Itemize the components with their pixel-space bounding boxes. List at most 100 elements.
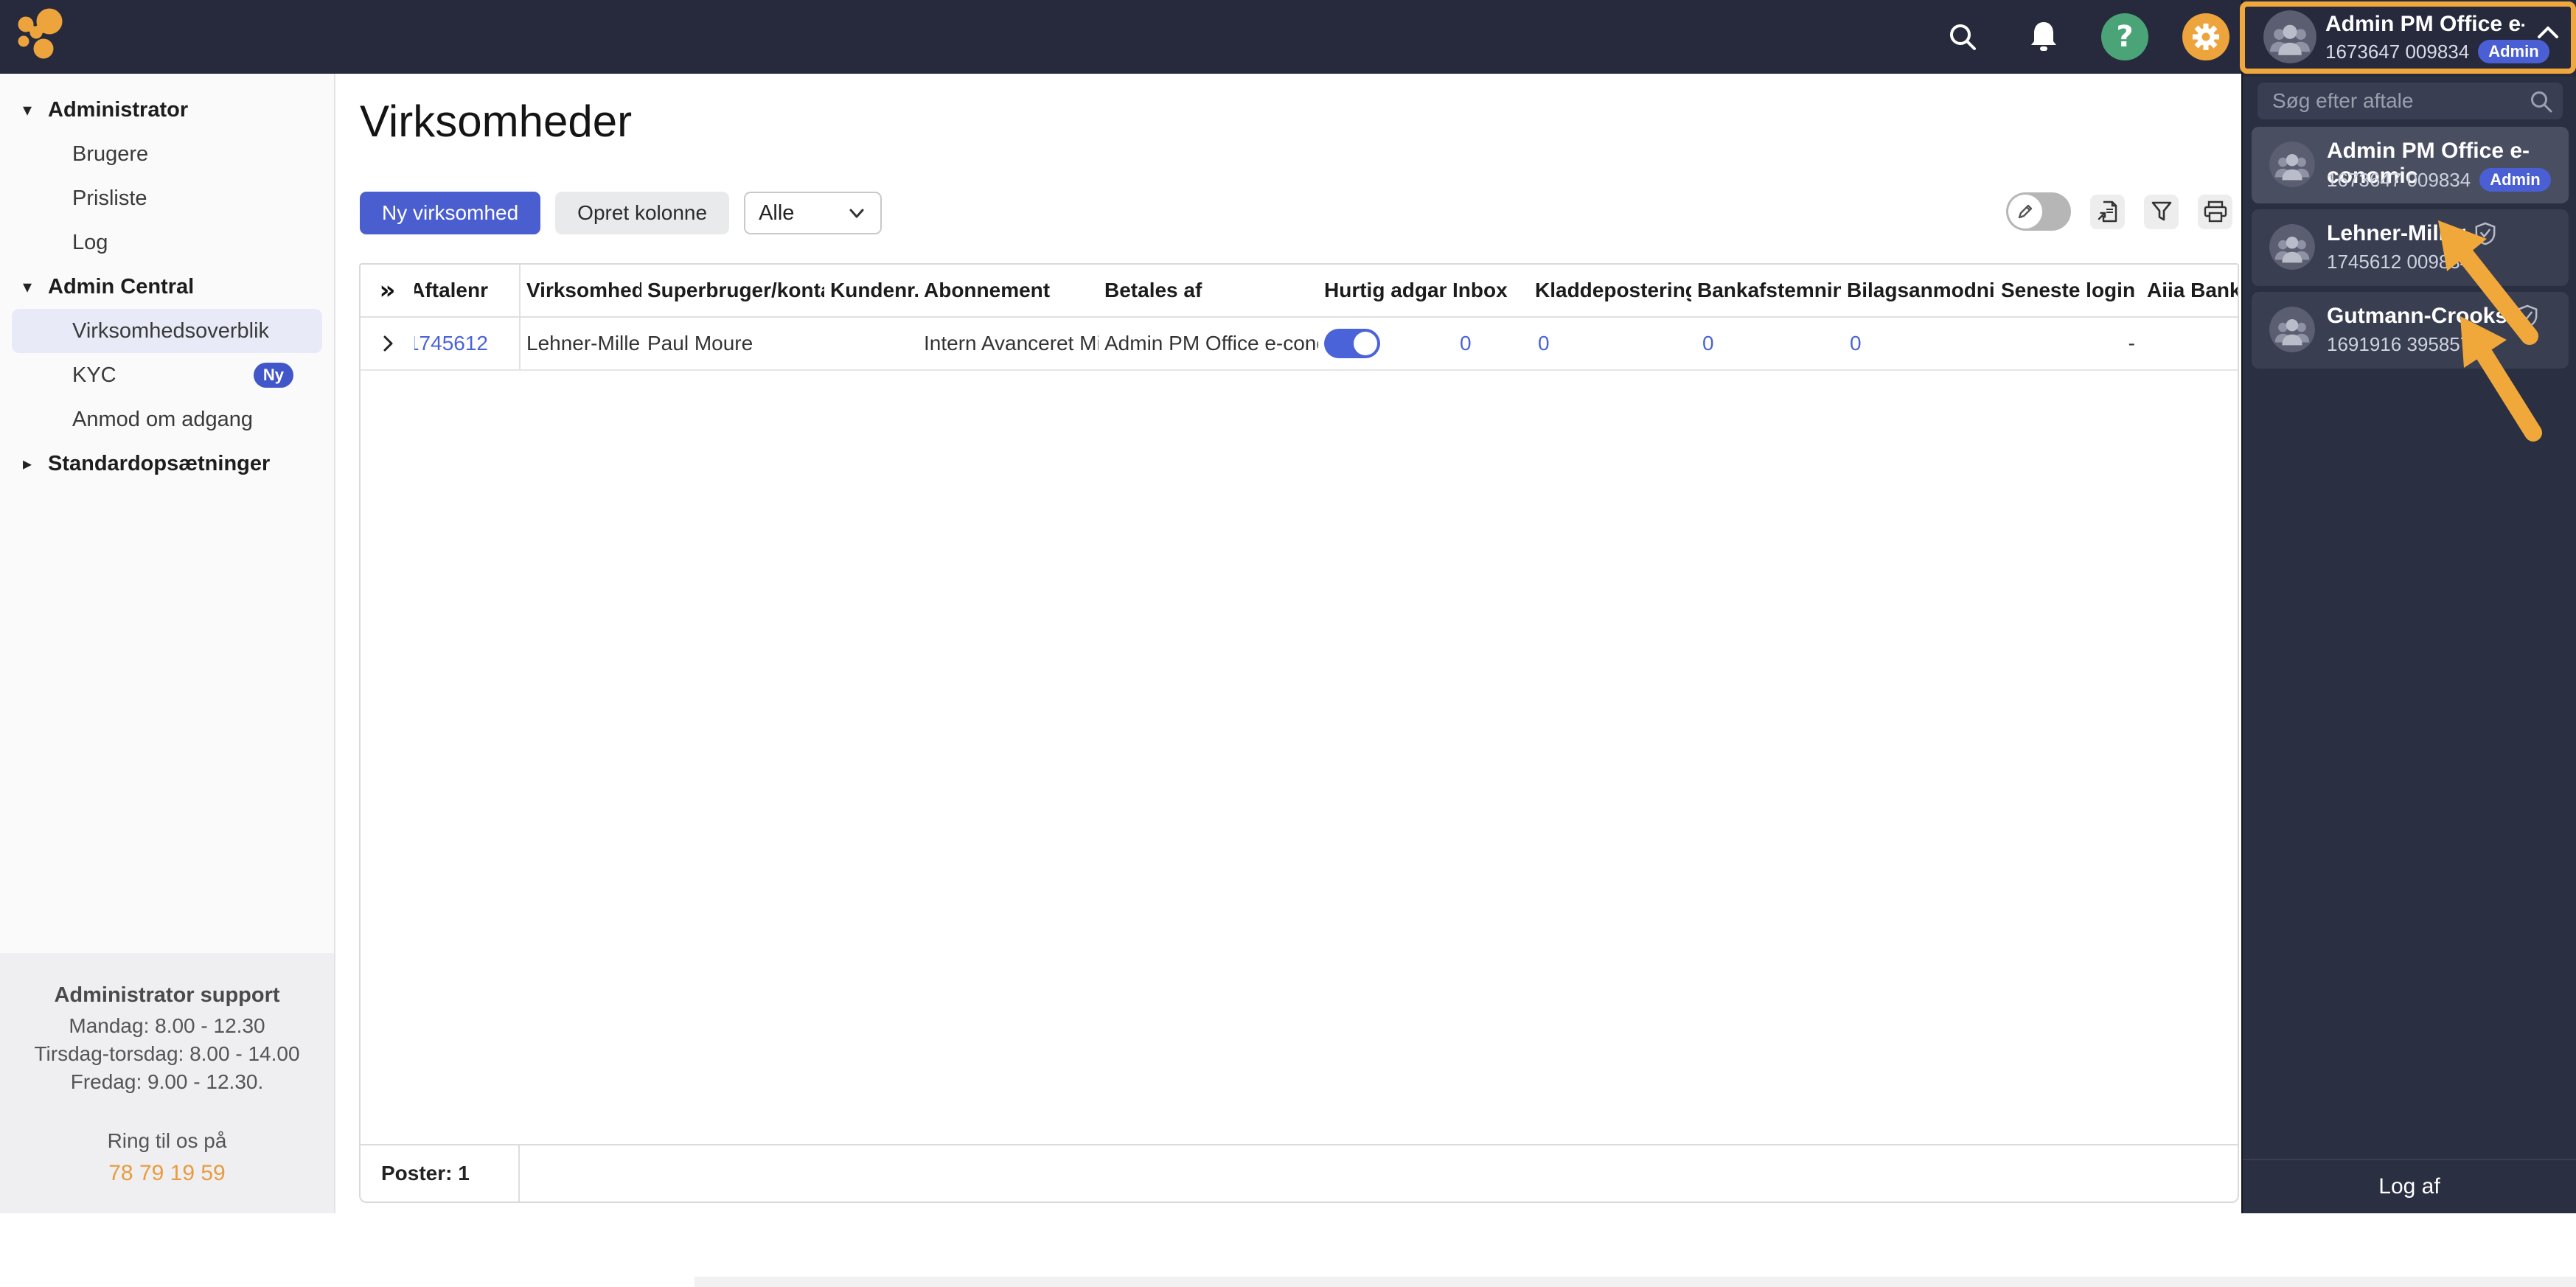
- export-button[interactable]: [2090, 194, 2125, 229]
- new-badge: Ny: [253, 363, 293, 388]
- bankafstemning-count-link[interactable]: 0: [1702, 332, 1714, 355]
- sidebar-item-prisliste[interactable]: Prisliste: [0, 176, 334, 220]
- chevron-right-icon: [383, 335, 392, 352]
- account-menu-header[interactable]: Admin PM Office e-c... 1673647 009834 Ad…: [2243, 0, 2576, 77]
- agreement-search: [2258, 83, 2563, 119]
- sidebar-item-anmod-om-adgang[interactable]: Anmod om adgang: [0, 397, 334, 442]
- cell-superbruger: Paul Moure: [647, 332, 753, 355]
- help-button[interactable]: ?: [2101, 13, 2148, 60]
- col-header-aiia-bankintegration[interactable]: Aiia Bankinteg: [2142, 265, 2238, 316]
- col-header-abonnement[interactable]: Abonnement: [918, 265, 1099, 316]
- search-icon[interactable]: [1939, 13, 1986, 60]
- avatar: [2269, 142, 2315, 187]
- filter-button[interactable]: [2144, 194, 2179, 229]
- col-header-bilagsanmodning[interactable]: Bilagsanmodning: [1841, 265, 1995, 316]
- support-call-label: Ring til os på: [107, 1129, 227, 1152]
- cell-aiia: [2142, 318, 2238, 369]
- e-conomic-logo-icon[interactable]: [18, 4, 86, 69]
- quick-access-toggle[interactable]: [1324, 329, 1380, 358]
- current-account-name: Admin PM Office e-c...: [2325, 12, 2524, 36]
- col-header-superbruger[interactable]: Superbruger/kontakt: [641, 265, 824, 316]
- col-header-seneste-login[interactable]: Seneste login: [1995, 265, 2142, 316]
- cell-virksomhed: Lehner-Miller: [526, 332, 641, 355]
- admin-badge: Admin: [2478, 40, 2549, 63]
- support-phone-number[interactable]: 78 79 19 59: [0, 1159, 334, 1187]
- left-sidebar: ▾ Administrator Brugere Prisliste Log ▾ …: [0, 74, 335, 1213]
- cell-betales-af: Admin PM Office e-conomic: [1104, 332, 1318, 355]
- sidebar-item-virksomhedsoverblik[interactable]: Virksomhedsoverblik: [12, 309, 322, 353]
- col-header-bankafstemning[interactable]: Bankafstemning: [1691, 265, 1841, 316]
- verified-shield-icon: [2474, 222, 2496, 245]
- triangle-down-icon: ▾: [23, 100, 32, 120]
- notifications-bell-icon[interactable]: [2020, 13, 2067, 60]
- col-header-virksomhed[interactable]: Virksomhed: [521, 265, 641, 316]
- account-item-gutmann-crooks[interactable]: Gutmann-Crooks 1691916 395857: [2252, 292, 2569, 369]
- table-header-row: » Aftalenr Virksomhed Superbruger/kontak…: [361, 265, 2238, 318]
- row-expand-button[interactable]: [361, 318, 414, 369]
- support-title: Administrator support: [54, 983, 280, 1007]
- pencil-icon: [2018, 204, 2033, 219]
- section-label: Standardopsætninger: [48, 451, 271, 475]
- create-column-button[interactable]: Opret kolonne: [555, 192, 730, 234]
- agreement-search-input[interactable]: [2258, 83, 2563, 119]
- expand-all-header[interactable]: »: [361, 265, 414, 316]
- cell-abonnement: Intern Avanceret Mikro: [924, 332, 1099, 355]
- gear-icon: [2193, 24, 2219, 50]
- main-content: Virksomheder Ny virksomhed Opret kolonne…: [335, 74, 2576, 1287]
- funnel-icon: [2151, 201, 2171, 221]
- edit-mode-toggle[interactable]: [2006, 192, 2071, 231]
- print-button[interactable]: [2198, 194, 2232, 229]
- logout-button[interactable]: Log af: [2243, 1159, 2576, 1213]
- account-item-admin-pm-office[interactable]: Admin PM Office e-conomic 1673647 009834…: [2252, 127, 2569, 203]
- verified-shield-icon: [2516, 304, 2538, 328]
- col-header-kladdeposteringer[interactable]: Kladdeposteringer: [1529, 265, 1691, 316]
- triangle-right-icon: ▸: [23, 453, 32, 474]
- bottom-strip: [695, 1277, 2576, 1287]
- avatar: [2269, 224, 2315, 270]
- avatar: [2263, 10, 2316, 63]
- sidebar-section-admin-central[interactable]: ▾ Admin Central: [0, 265, 334, 309]
- agreement-number-link[interactable]: 1745612: [414, 332, 488, 355]
- col-header-kundenr[interactable]: Kundenr.: [824, 265, 918, 316]
- chevron-up-icon[interactable]: [2535, 24, 2561, 41]
- table-row: 1745612 Lehner-Miller Paul Moure Intern …: [361, 318, 2238, 371]
- filter-select-value: Alle: [759, 200, 795, 225]
- bilagsanmodning-count-link[interactable]: 0: [1850, 332, 1862, 355]
- inbox-count-link[interactable]: 0: [1460, 332, 1472, 355]
- kladdeposteringer-count-link[interactable]: 0: [1538, 332, 1550, 355]
- companies-table: » Aftalenr Virksomhed Superbruger/kontak…: [359, 263, 2239, 1203]
- sidebar-section-administrator[interactable]: ▾ Administrator: [0, 88, 334, 132]
- triangle-down-icon: ▾: [23, 276, 32, 297]
- export-document-icon: [2098, 200, 2117, 223]
- avatar: [2269, 307, 2315, 352]
- printer-icon: [2204, 200, 2227, 223]
- account-item-lehner-miller[interactable]: Lehner-Miller 1745612 009834: [2252, 209, 2569, 286]
- cell-seneste-login: -: [2128, 332, 2135, 355]
- table-footer: Poster: 1: [361, 1144, 2238, 1201]
- chevron-down-icon: [849, 209, 864, 218]
- question-mark-icon: ?: [2116, 20, 2134, 54]
- page-title: Virksomheder: [360, 97, 633, 146]
- sidebar-item-log[interactable]: Log: [0, 220, 334, 265]
- admin-badge: Admin: [2479, 168, 2551, 192]
- col-header-hurtig-adgang[interactable]: Hurtig adgang: [1318, 265, 1447, 316]
- settings-gear-button[interactable]: [2182, 13, 2229, 60]
- support-hours-monday: Mandag: 8.00 - 12.30: [69, 1014, 265, 1037]
- filter-select[interactable]: Alle: [744, 192, 883, 234]
- col-header-inbox[interactable]: Inbox: [1447, 265, 1529, 316]
- search-icon[interactable]: [2529, 89, 2554, 114]
- support-hours-tue-thu: Tirsdag-torsdag: 8.00 - 14.00: [34, 1042, 300, 1065]
- sidebar-section-standardopsaetninger[interactable]: ▸ Standardopsætninger: [0, 442, 334, 486]
- double-chevron-icon: »: [379, 276, 396, 305]
- support-hours-friday: Fredag: 9.00 - 12.30.: [70, 1070, 264, 1093]
- sidebar-item-brugere[interactable]: Brugere: [0, 132, 334, 176]
- support-info-box: Administrator support Mandag: 8.00 - 12.…: [0, 953, 334, 1213]
- new-company-button[interactable]: Ny virksomhed: [360, 192, 541, 234]
- account-panel: Admin PM Office e-c... 1673647 009834 Ad…: [2240, 0, 2576, 1213]
- col-header-aftalenr[interactable]: Aftalenr: [414, 265, 521, 316]
- cell-kundenr: [824, 318, 918, 369]
- sidebar-item-kyc[interactable]: KYC Ny: [0, 353, 334, 397]
- top-bar: ?: [0, 0, 2576, 74]
- col-header-betales-af[interactable]: Betales af: [1099, 265, 1318, 316]
- record-count: Poster: 1: [361, 1145, 520, 1201]
